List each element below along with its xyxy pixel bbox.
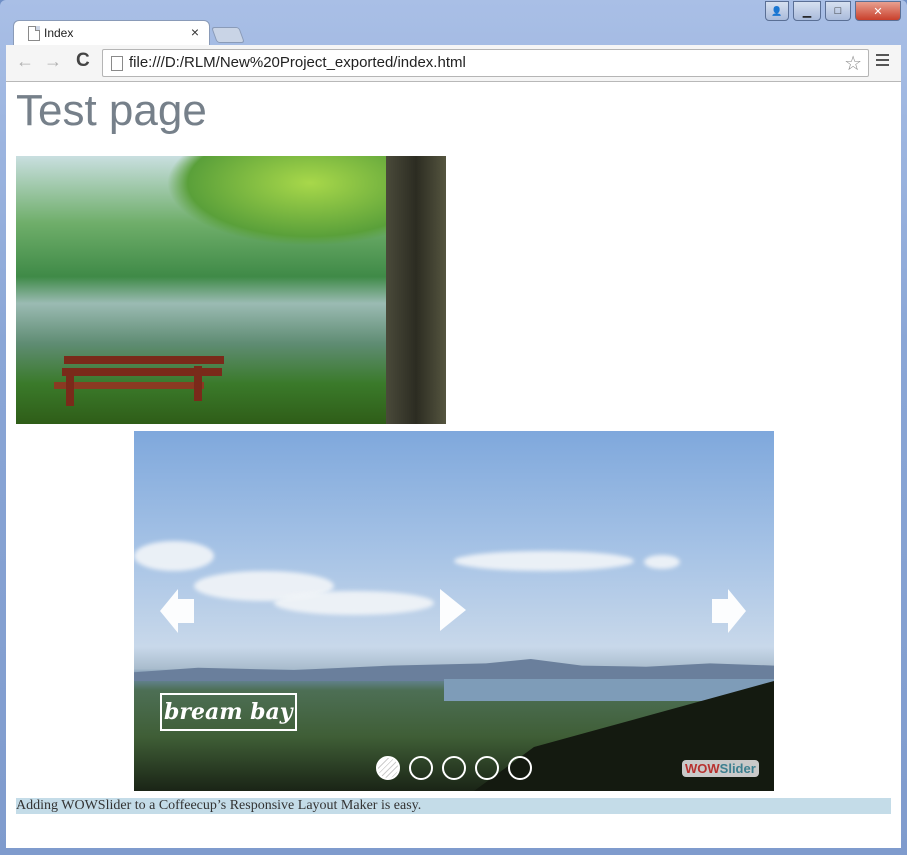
tab-close-icon[interactable]: ×: [191, 24, 199, 40]
bookmark-star-icon[interactable]: ☆: [844, 51, 862, 76]
reload-button[interactable]: C: [76, 50, 90, 72]
mountains: [134, 659, 774, 681]
bench-lake-image: [16, 156, 446, 424]
page-title: Test page: [16, 86, 207, 135]
bench: [54, 356, 224, 406]
slide-bullet-3[interactable]: [442, 756, 466, 780]
slide-bullet-1[interactable]: [376, 756, 400, 780]
footer-text: Adding WOWSlider to a Coffeecup’s Respon…: [16, 798, 891, 814]
page-content: Test page bream bay WOWSlider Adding WOW…: [6, 82, 901, 848]
browser-window: 👤 ▁ □ ✕ Index × ← → C file:///D:/RLM/New…: [0, 0, 907, 855]
tab-title: Index: [44, 26, 74, 40]
slide-bullet-2[interactable]: [409, 756, 433, 780]
cloud: [644, 555, 680, 569]
page-icon: [28, 26, 40, 41]
toolbar: ← → C file:///D:/RLM/New%20Project_expor…: [6, 45, 901, 82]
back-button[interactable]: ←: [16, 51, 34, 72]
forward-button[interactable]: →: [44, 51, 62, 72]
cloud: [274, 591, 434, 615]
cloud: [454, 551, 634, 571]
tree-trunk: [386, 156, 446, 424]
new-tab-button[interactable]: [211, 27, 245, 43]
next-arrow-icon[interactable]: [710, 589, 746, 633]
maximize-icon: □: [834, 5, 842, 17]
menu-button[interactable]: [876, 54, 889, 69]
minimize-button[interactable]: ▁: [793, 1, 821, 21]
slide-bullets: [376, 756, 532, 780]
minimize-icon: ▁: [802, 5, 812, 18]
window-controls: 👤 ▁ □ ✕: [765, 1, 901, 21]
watermark-slider: Slider: [719, 761, 756, 776]
image-slider: bream bay WOWSlider: [134, 431, 774, 791]
play-icon[interactable]: [440, 589, 468, 631]
tree-canopy: [166, 156, 406, 246]
watermark-wow: WOW: [685, 761, 720, 776]
tab-index[interactable]: Index ×: [14, 21, 209, 46]
wowslider-watermark[interactable]: WOWSlider: [682, 760, 759, 777]
profile-button[interactable]: 👤: [765, 1, 789, 21]
slide-caption: bream bay: [160, 693, 297, 731]
url-text[interactable]: file:///D:/RLM/New%20Project_exported/in…: [129, 54, 466, 71]
close-icon: ✕: [873, 5, 883, 18]
close-window-button[interactable]: ✕: [855, 1, 901, 21]
prev-arrow-icon[interactable]: [160, 589, 196, 633]
slide-bullet-4[interactable]: [475, 756, 499, 780]
page-icon: [111, 56, 123, 71]
address-bar[interactable]: file:///D:/RLM/New%20Project_exported/in…: [102, 49, 869, 77]
cloud: [134, 541, 214, 571]
slide-bullet-5[interactable]: [508, 756, 532, 780]
profile-icon: 👤: [771, 5, 783, 16]
maximize-button[interactable]: □: [825, 1, 851, 21]
